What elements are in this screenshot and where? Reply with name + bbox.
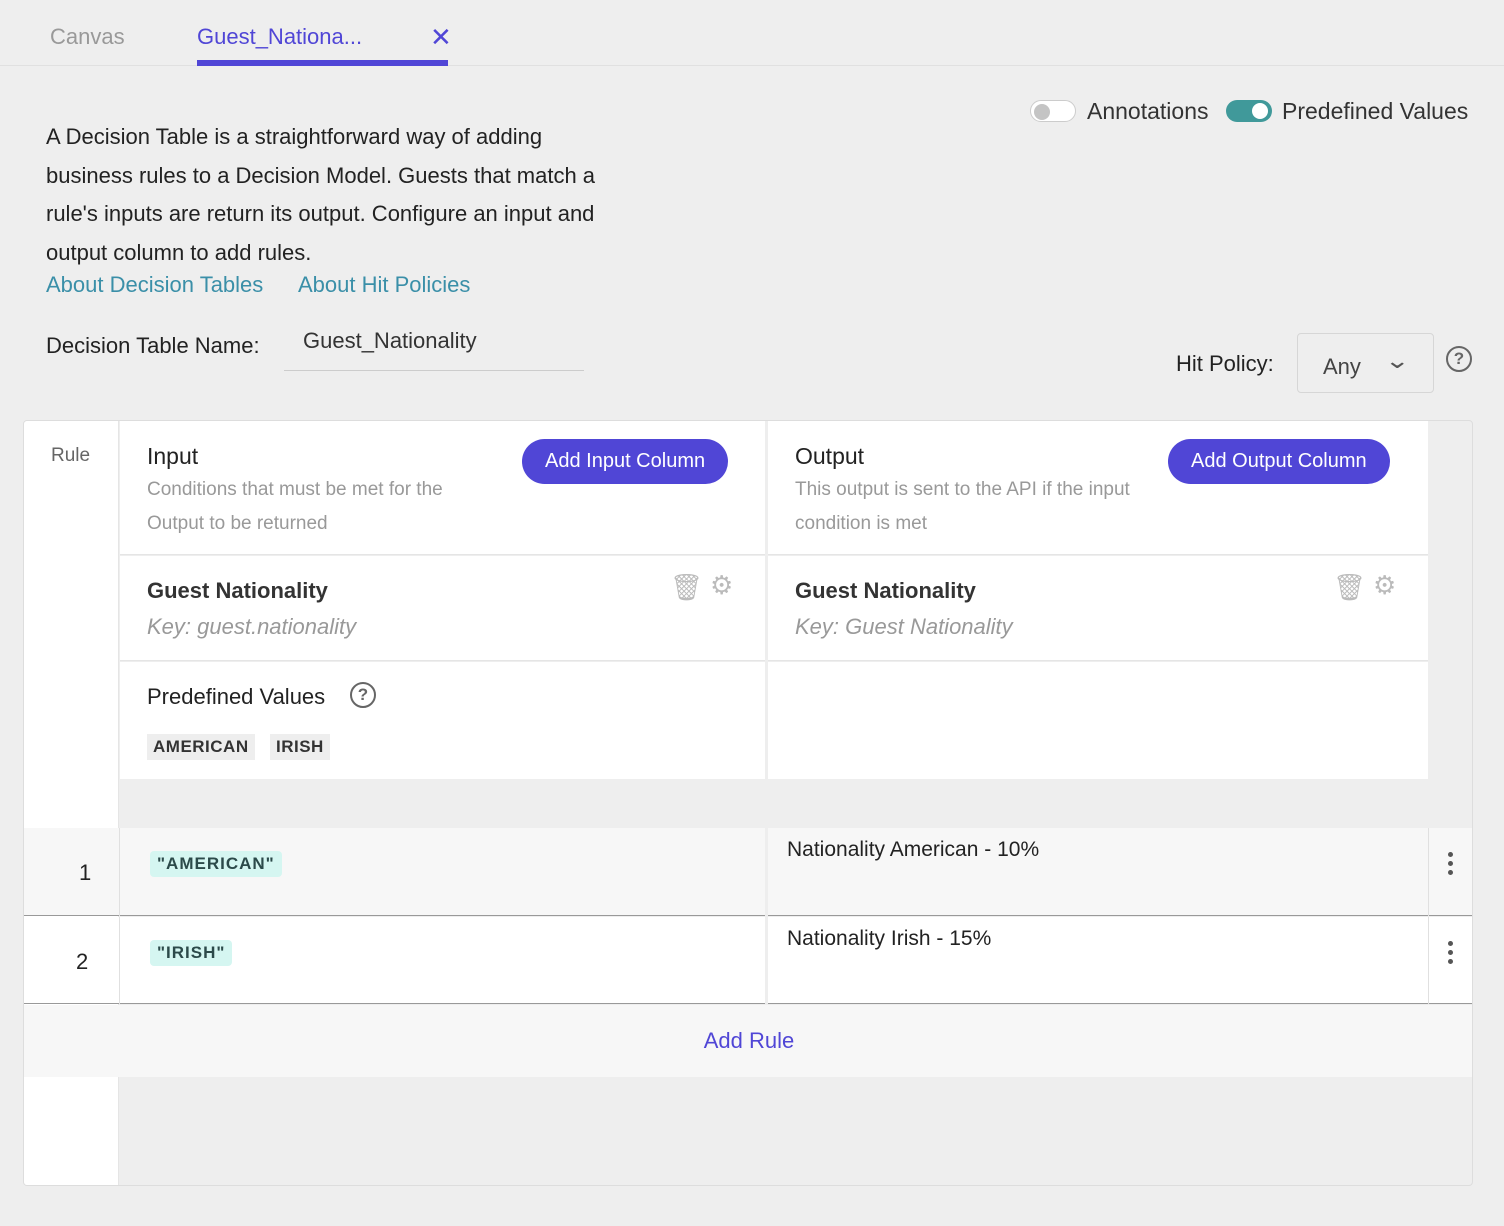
output-column-key: Key: Guest Nationality <box>795 614 1013 639</box>
rule-input-value[interactable]: "AMERICAN" <box>150 851 282 877</box>
rule-output-value[interactable]: Nationality American - 10% <box>787 838 1039 862</box>
table-row[interactable]: 2 "IRISH" Nationality Irish - 15% <box>24 917 1472 1004</box>
toggle-knob <box>1034 104 1050 120</box>
table-row[interactable]: 1 "AMERICAN" Nationality American - 10% <box>24 828 1472 916</box>
more-options-icon[interactable] <box>1448 852 1454 879</box>
tab-bar: Canvas Guest_Nationa... ✕ <box>0 0 1504 66</box>
annotations-label: Annotations <box>1087 98 1209 124</box>
hit-policy-label: Hit Policy: <box>1176 351 1274 376</box>
add-rule-row: Add Rule <box>24 1005 1472 1077</box>
output-column-name: Guest Nationality <box>795 578 976 603</box>
trash-icon[interactable]: 🗑 <box>1333 572 1366 603</box>
predefined-values-toggle[interactable] <box>1226 100 1272 122</box>
output-header: Output This output is sent to the API if… <box>768 421 1428 555</box>
hit-policy-select[interactable]: Any ⌄ <box>1297 333 1434 393</box>
about-decision-tables-link[interactable]: About Decision Tables <box>46 272 263 298</box>
predefined-value-chip: IRISH <box>270 734 330 760</box>
add-output-column-button[interactable]: Add Output Column <box>1168 439 1390 484</box>
output-title: Output <box>795 443 865 469</box>
rule-input-value[interactable]: "IRISH" <box>150 940 233 966</box>
add-rule-button[interactable]: Add Rule <box>704 1028 795 1053</box>
tab-guest-nationality[interactable]: Guest_Nationa... <box>197 24 362 50</box>
predefined-values-label: Predefined Values <box>1282 98 1469 124</box>
predefined-values-title: Predefined Values <box>147 684 326 709</box>
add-input-column-button[interactable]: Add Input Column <box>522 439 729 484</box>
input-column-name: Guest Nationality <box>147 578 328 603</box>
decision-table: Rule Input Conditions that must be met f… <box>23 420 1473 1186</box>
output-subtitle: This output is sent to the API if the in… <box>795 479 1130 534</box>
input-title: Input <box>147 443 199 469</box>
close-icon[interactable]: ✕ <box>430 22 452 53</box>
input-header: Input Conditions that must be met for th… <box>120 421 765 555</box>
input-subtitle: Conditions that must be met for the Outp… <box>147 479 443 534</box>
toggle-knob <box>1252 103 1268 119</box>
annotations-toggle[interactable] <box>1030 100 1076 122</box>
input-column: Guest Nationality Key: guest.nationality… <box>120 556 765 661</box>
rule-header-label: Rule <box>51 445 91 466</box>
gear-icon[interactable]: ⚙ <box>1373 570 1396 601</box>
predefined-values-help-icon[interactable]: ? <box>350 682 376 708</box>
rule-number: 1 <box>79 860 92 885</box>
chevron-down-icon: ⌄ <box>1384 348 1411 373</box>
active-tab-indicator <box>197 60 448 66</box>
predefined-value-chip: AMERICAN <box>147 734 255 760</box>
output-predefined-empty <box>768 662 1428 779</box>
predefined-values-section: Predefined Values ? AMERICAN IRISH <box>120 662 765 779</box>
rule-number: 2 <box>76 949 89 974</box>
table-name-label: Decision Table Name: <box>46 333 260 358</box>
hit-policy-value: Any <box>1323 354 1361 379</box>
about-hit-policies-link[interactable]: About Hit Policies <box>298 272 470 298</box>
table-name-input[interactable]: Guest_Nationality <box>284 328 584 371</box>
tab-canvas[interactable]: Canvas <box>50 24 125 50</box>
hit-policy-help-icon[interactable]: ? <box>1446 346 1472 372</box>
gear-icon[interactable]: ⚙ <box>710 570 733 601</box>
trash-icon[interactable]: 🗑 <box>670 572 703 603</box>
rule-output-value[interactable]: Nationality Irish - 15% <box>787 927 991 951</box>
more-options-icon[interactable] <box>1448 941 1454 968</box>
description: A Decision Table is a straightforward wa… <box>46 124 596 265</box>
output-column: Guest Nationality Key: Guest Nationality… <box>768 556 1428 661</box>
input-column-key: Key: guest.nationality <box>147 614 357 639</box>
